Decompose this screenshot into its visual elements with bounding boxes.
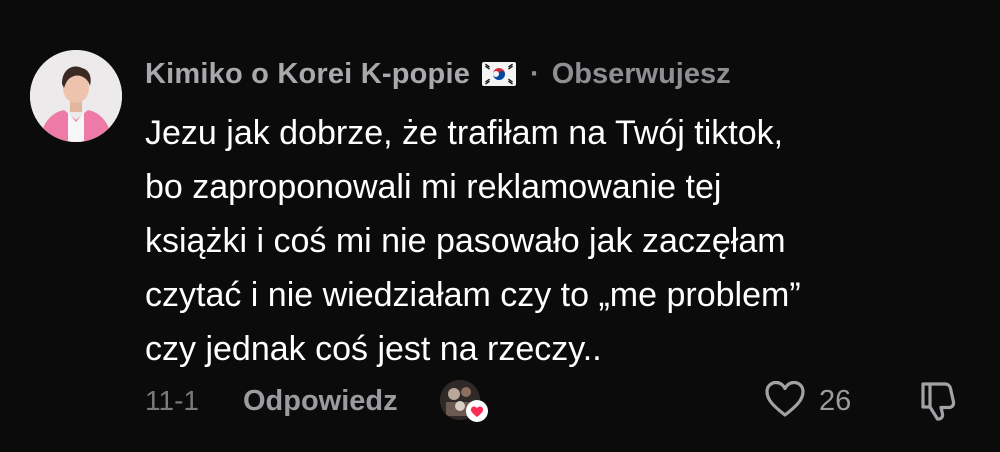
heart-badge-icon — [465, 400, 488, 422]
comment-text-line: Jezu jak dobrze, że trafiłam na Twój tik… — [145, 114, 784, 152]
reply-button[interactable]: Odpowiedz — [243, 385, 398, 418]
comment-text-line: bo zaproponowali mi reklamowanie tej — [145, 168, 722, 206]
comment-timestamp: 11-1 — [145, 385, 199, 416]
comment-text: Jezu jak dobrze, że trafiłam na Twój tik… — [145, 106, 975, 376]
heart-outline-icon — [763, 379, 807, 424]
comment-text-line: czytać i nie wiedziałam czy to „me probl… — [145, 276, 801, 314]
comment-header: Kimiko o Korei K-popie · Obserwujesz — [145, 52, 731, 96]
like-count: 26 — [819, 384, 852, 417]
comment-text-line: czy jednak coś jest na rzeczy.. — [145, 330, 602, 368]
comment-footer: 11-1 Odpowiedz 26 — [145, 376, 975, 426]
header-separator: · — [530, 57, 540, 90]
like-button[interactable]: 26 — [763, 376, 851, 426]
dislike-button[interactable] — [915, 378, 961, 424]
south-korea-flag-icon — [482, 62, 517, 86]
thumbs-down-icon — [915, 382, 961, 428]
username-link[interactable]: Kimiko o Korei K-popie — [145, 58, 470, 91]
comment-item: Kimiko o Korei K-popie · Obserwujesz Jez… — [0, 0, 1000, 452]
follow-status: Obserwujesz — [551, 57, 731, 90]
comment-text-line: książki i coś mi nie pasowało jak zaczęł… — [145, 222, 786, 260]
user-avatar[interactable] — [30, 50, 122, 142]
creator-liked-indicator — [439, 378, 488, 424]
